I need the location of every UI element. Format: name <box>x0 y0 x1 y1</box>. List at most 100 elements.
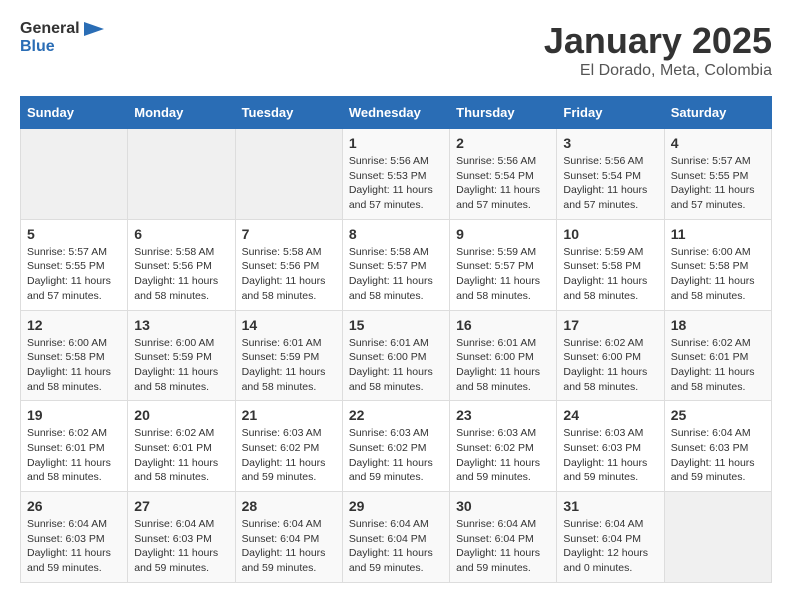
calendar-week-row: 19 Sunrise: 6:02 AMSunset: 6:01 PMDayligh… <box>21 401 772 492</box>
day-number: 18 <box>671 317 765 333</box>
day-number: 14 <box>242 317 336 333</box>
table-row: 10 Sunrise: 5:59 AMSunset: 5:58 PMDayligh… <box>557 219 664 310</box>
day-info: Sunrise: 5:57 AMSunset: 5:55 PMDaylight:… <box>27 245 121 304</box>
table-row: 8 Sunrise: 5:58 AMSunset: 5:57 PMDaylight… <box>342 219 449 310</box>
day-info: Sunrise: 6:02 AMSunset: 6:01 PMDaylight:… <box>27 426 121 485</box>
table-row: 13 Sunrise: 6:00 AMSunset: 5:59 PMDayligh… <box>128 310 235 401</box>
day-number: 25 <box>671 407 765 423</box>
day-number: 26 <box>27 498 121 514</box>
day-info: Sunrise: 6:01 AMSunset: 6:00 PMDaylight:… <box>349 336 443 395</box>
table-row: 31 Sunrise: 6:04 AMSunset: 6:04 PMDayligh… <box>557 492 664 583</box>
table-row: 17Sunrise: 6:02 AMSunset: 6:00 PMDayligh… <box>557 310 664 401</box>
day-number: 31 <box>563 498 657 514</box>
table-row: 7Sunrise: 5:58 AMSunset: 5:56 PMDaylight… <box>235 219 342 310</box>
calendar-table: Sunday Monday Tuesday Wednesday Thursday… <box>20 96 772 583</box>
day-info: Sunrise: 5:56 AMSunset: 5:53 PMDaylight:… <box>349 154 443 213</box>
table-row: 14 Sunrise: 6:01 AMSunset: 5:59 PMDayligh… <box>235 310 342 401</box>
table-row: 28 Sunrise: 6:04 AMSunset: 6:04 PMDayligh… <box>235 492 342 583</box>
col-saturday: Saturday <box>664 97 771 129</box>
table-row: 24 Sunrise: 6:03 AMSunset: 6:03 PMDayligh… <box>557 401 664 492</box>
col-sunday: Sunday <box>21 97 128 129</box>
day-number: 30 <box>456 498 550 514</box>
day-number: 20 <box>134 407 228 423</box>
calendar-subtitle: El Dorado, Meta, Colombia <box>544 62 772 80</box>
table-row <box>128 129 235 220</box>
day-info: Sunrise: 5:58 AMSunset: 5:56 PMDaylight:… <box>134 245 228 304</box>
table-row <box>664 492 771 583</box>
logo: General Blue <box>20 20 104 55</box>
day-info: Sunrise: 6:04 AMSunset: 6:03 PMDaylight:… <box>27 517 121 576</box>
day-info: Sunrise: 5:59 AMSunset: 5:57 PMDaylight:… <box>456 245 550 304</box>
table-row: 6 Sunrise: 5:58 AMSunset: 5:56 PMDaylight… <box>128 219 235 310</box>
day-number: 16 <box>456 317 550 333</box>
day-info: Sunrise: 6:04 AMSunset: 6:03 PMDaylight:… <box>671 426 765 485</box>
table-row: 20 Sunrise: 6:02 AMSunset: 6:01 PMDayligh… <box>128 401 235 492</box>
day-info: Sunrise: 6:01 AMSunset: 5:59 PMDaylight:… <box>242 336 336 395</box>
calendar-title: January 2025 <box>544 20 772 62</box>
table-row: 4 Sunrise: 5:57 AMSunset: 5:55 PMDaylight… <box>664 129 771 220</box>
day-info: Sunrise: 5:59 AMSunset: 5:58 PMDaylight:… <box>563 245 657 304</box>
table-row: 18 Sunrise: 6:02 AMSunset: 6:01 PMDayligh… <box>664 310 771 401</box>
day-number: 2 <box>456 135 550 151</box>
day-number: 8 <box>349 226 443 242</box>
table-row: 30Sunrise: 6:04 AMSunset: 6:04 PMDayligh… <box>450 492 557 583</box>
table-row: 11Sunrise: 6:00 AMSunset: 5:58 PMDayligh… <box>664 219 771 310</box>
table-row: 19 Sunrise: 6:02 AMSunset: 6:01 PMDayligh… <box>21 401 128 492</box>
col-thursday: Thursday <box>450 97 557 129</box>
day-info: Sunrise: 5:58 AMSunset: 5:57 PMDaylight:… <box>349 245 443 304</box>
table-row: 5 Sunrise: 5:57 AMSunset: 5:55 PMDaylight… <box>21 219 128 310</box>
day-number: 9 <box>456 226 550 242</box>
table-row <box>235 129 342 220</box>
day-info: Sunrise: 5:56 AMSunset: 5:54 PMDaylight:… <box>563 154 657 213</box>
day-info: Sunrise: 6:00 AMSunset: 5:58 PMDaylight:… <box>27 336 121 395</box>
logo-blue: Blue <box>20 38 104 56</box>
table-row: 27 Sunrise: 6:04 AMSunset: 6:03 PMDayligh… <box>128 492 235 583</box>
day-number: 23 <box>456 407 550 423</box>
table-row: 23Sunrise: 6:03 AMSunset: 6:02 PMDayligh… <box>450 401 557 492</box>
day-number: 22 <box>349 407 443 423</box>
calendar-week-row: 12 Sunrise: 6:00 AMSunset: 5:58 PMDayligh… <box>21 310 772 401</box>
day-number: 15 <box>349 317 443 333</box>
day-info: Sunrise: 6:02 AMSunset: 6:00 PMDaylight:… <box>563 336 657 395</box>
logo-arrow-icon <box>84 22 104 36</box>
table-row: 25 Sunrise: 6:04 AMSunset: 6:03 PMDayligh… <box>664 401 771 492</box>
day-number: 21 <box>242 407 336 423</box>
day-number: 10 <box>563 226 657 242</box>
day-number: 13 <box>134 317 228 333</box>
day-info: Sunrise: 5:57 AMSunset: 5:55 PMDaylight:… <box>671 154 765 213</box>
table-row: 26 Sunrise: 6:04 AMSunset: 6:03 PMDayligh… <box>21 492 128 583</box>
day-number: 24 <box>563 407 657 423</box>
day-info: Sunrise: 5:58 AMSunset: 5:56 PMDaylight:… <box>242 245 336 304</box>
day-info: Sunrise: 6:04 AMSunset: 6:04 PMDaylight:… <box>242 517 336 576</box>
col-wednesday: Wednesday <box>342 97 449 129</box>
day-info: Sunrise: 6:03 AMSunset: 6:02 PMDaylight:… <box>349 426 443 485</box>
day-info: Sunrise: 6:00 AMSunset: 5:59 PMDaylight:… <box>134 336 228 395</box>
day-info: Sunrise: 6:03 AMSunset: 6:02 PMDaylight:… <box>242 426 336 485</box>
table-row: 22 Sunrise: 6:03 AMSunset: 6:02 PMDayligh… <box>342 401 449 492</box>
table-row: 1Sunrise: 5:56 AMSunset: 5:53 PMDaylight… <box>342 129 449 220</box>
table-row: 2Sunrise: 5:56 AMSunset: 5:54 PMDaylight… <box>450 129 557 220</box>
logo-general: General <box>20 20 104 38</box>
day-number: 29 <box>349 498 443 514</box>
table-row: 29Sunrise: 6:04 AMSunset: 6:04 PMDayligh… <box>342 492 449 583</box>
col-monday: Monday <box>128 97 235 129</box>
day-number: 5 <box>27 226 121 242</box>
day-number: 19 <box>27 407 121 423</box>
col-tuesday: Tuesday <box>235 97 342 129</box>
day-info: Sunrise: 6:02 AMSunset: 6:01 PMDaylight:… <box>134 426 228 485</box>
day-number: 6 <box>134 226 228 242</box>
day-info: Sunrise: 6:04 AMSunset: 6:03 PMDaylight:… <box>134 517 228 576</box>
day-number: 12 <box>27 317 121 333</box>
table-row: 16Sunrise: 6:01 AMSunset: 6:00 PMDayligh… <box>450 310 557 401</box>
table-row: 12 Sunrise: 6:00 AMSunset: 5:58 PMDayligh… <box>21 310 128 401</box>
day-number: 4 <box>671 135 765 151</box>
col-friday: Friday <box>557 97 664 129</box>
day-number: 27 <box>134 498 228 514</box>
day-info: Sunrise: 6:02 AMSunset: 6:01 PMDaylight:… <box>671 336 765 395</box>
calendar-week-row: 26 Sunrise: 6:04 AMSunset: 6:03 PMDayligh… <box>21 492 772 583</box>
table-row: 15 Sunrise: 6:01 AMSunset: 6:00 PMDayligh… <box>342 310 449 401</box>
day-info: Sunrise: 6:03 AMSunset: 6:03 PMDaylight:… <box>563 426 657 485</box>
day-number: 28 <box>242 498 336 514</box>
table-row <box>21 129 128 220</box>
day-info: Sunrise: 6:04 AMSunset: 6:04 PMDaylight:… <box>563 517 657 576</box>
